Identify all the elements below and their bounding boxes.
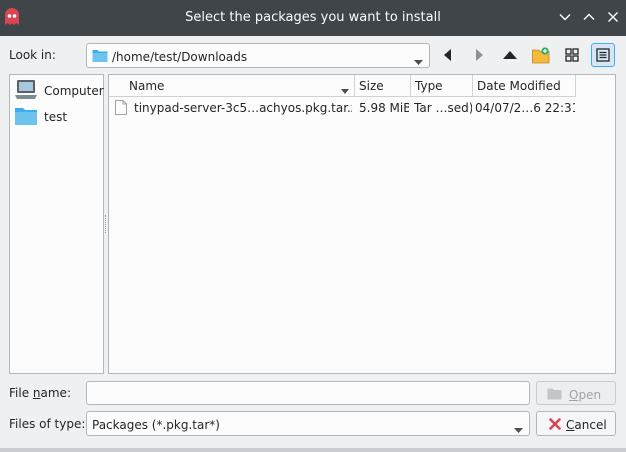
place-label: test (44, 110, 68, 124)
column-header-name[interactable]: Name (109, 75, 355, 97)
icon-view-icon (565, 48, 579, 62)
window-title: Select the packages you want to install (185, 10, 441, 25)
sort-down-icon (341, 83, 349, 97)
up-arrow-icon (503, 51, 517, 59)
folder-open-icon (547, 387, 562, 403)
look-in-combo[interactable]: /home/test/Downloads (86, 43, 430, 68)
close-window-button[interactable] (605, 9, 621, 25)
list-view-button[interactable] (560, 43, 584, 67)
forward-arrow-icon (476, 49, 483, 61)
file-type-combo[interactable]: Packages (*.pkg.tar*) (86, 411, 530, 436)
place-home[interactable]: test (12, 105, 102, 127)
window-bottom-edge (0, 448, 626, 452)
file-name-input[interactable] (86, 381, 530, 405)
parent-directory-button[interactable] (498, 43, 522, 67)
place-label: Computer (44, 84, 104, 98)
forward-button[interactable] (467, 43, 491, 67)
file-name: tinypad-server-3c5…achyos.pkg.tar.zst (134, 101, 352, 115)
cancel-icon (549, 418, 561, 433)
chevron-up-icon (583, 13, 595, 20)
detail-view-button[interactable] (591, 43, 615, 67)
chevron-down-icon (514, 422, 523, 436)
back-arrow-icon (444, 49, 451, 61)
title-bar: Select the packages you want to install (0, 0, 626, 36)
cancel-button[interactable]: Cancel (536, 411, 616, 436)
column-header-modified[interactable]: Date Modified (473, 75, 576, 97)
look-in-label: Look in: (9, 48, 56, 62)
maximize-button[interactable] (581, 9, 597, 25)
file-name-label: File name: (9, 386, 71, 400)
file-type-selected: Packages (*.pkg.tar*) (92, 418, 220, 432)
detail-view-icon (596, 48, 610, 62)
column-header-type[interactable]: Type (411, 75, 473, 97)
file-modified: 04/07/2…6 22:31 (475, 101, 575, 115)
file-list[interactable]: Name Size Type Date Modified tinypad-ser… (108, 74, 616, 374)
open-button[interactable]: Open (536, 381, 616, 405)
chevron-down-icon (414, 54, 423, 68)
file-icon (115, 100, 127, 118)
minimize-button[interactable] (557, 9, 573, 25)
file-size: 5.98 MiB (359, 101, 409, 115)
column-header-size[interactable]: Size (355, 75, 411, 97)
folder-icon (92, 48, 108, 66)
computer-icon (14, 79, 38, 104)
place-computer[interactable]: Computer (12, 79, 104, 104)
close-icon (608, 12, 618, 22)
new-folder-icon (532, 46, 550, 63)
file-type: Tar …sed) (414, 101, 472, 115)
folder-icon (14, 106, 38, 129)
chevron-down-icon (559, 14, 571, 21)
places-sidebar: Computer test (9, 74, 104, 374)
look-in-path: /home/test/Downloads (112, 50, 248, 64)
file-type-label: Files of type: (9, 417, 86, 431)
back-button[interactable] (436, 43, 460, 67)
splitter-handle[interactable] (105, 215, 107, 233)
new-folder-button[interactable] (529, 43, 553, 67)
